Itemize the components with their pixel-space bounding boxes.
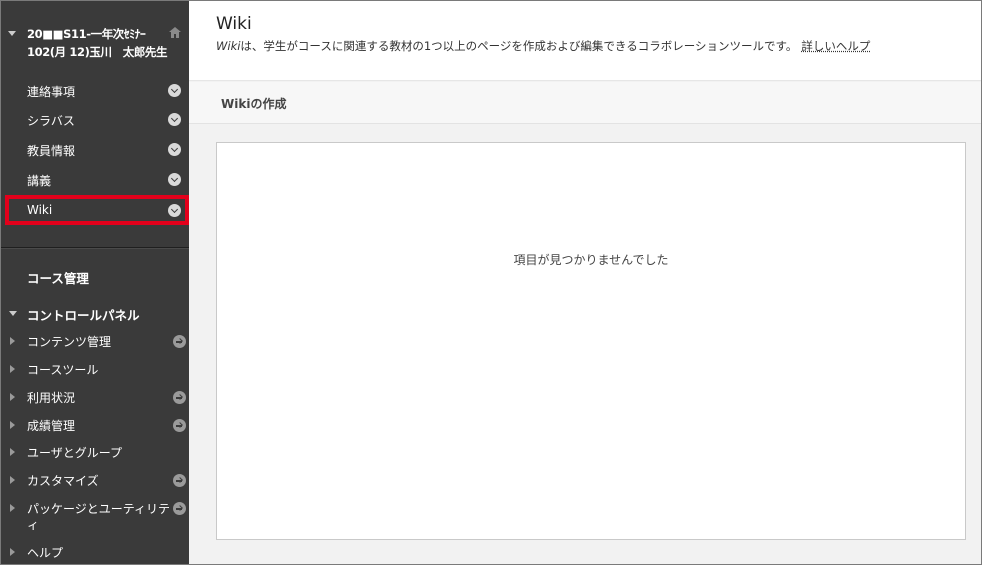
tool-item-grade-center[interactable]: 成績管理	[1, 412, 189, 440]
course-header[interactable]: 20■■S11-一年次ｾﾐﾅｰ102(月 12)玉川 太郎先生	[1, 21, 189, 65]
tool-item-label: ヘルプ	[27, 546, 64, 560]
chevron-down-icon[interactable]	[168, 84, 181, 97]
tool-item-label: カスタマイズ	[27, 474, 99, 488]
tool-item-usage[interactable]: 利用状況	[1, 384, 189, 412]
wiki-list-container: 項目が見つかりませんでした	[216, 142, 966, 540]
course-title[interactable]: 20■■S11-一年次ｾﾐﾅｰ102(月 12)玉川 太郎先生	[27, 25, 173, 61]
tool-item-label: ユーザとグループ	[27, 446, 123, 460]
arrow-right-icon[interactable]	[173, 502, 186, 515]
action-bar: Wikiの作成	[189, 82, 981, 124]
chevron-down-icon[interactable]	[168, 173, 181, 186]
page-description: Wikiは、学生がコースに関連する教材の1つ以上のページを作成および編集できるコ…	[216, 38, 870, 54]
highlight-box	[5, 195, 189, 225]
collapse-triangle-icon[interactable]	[8, 31, 16, 36]
tool-item-customize[interactable]: カスタマイズ	[1, 467, 189, 495]
window-frame: 20■■S11-一年次ｾﾐﾅｰ102(月 12)玉川 太郎先生 連絡事項 シラバ…	[0, 0, 982, 565]
expand-triangle-icon[interactable]	[10, 337, 15, 345]
home-icon[interactable]	[169, 27, 181, 38]
tool-item-label: コンテンツ管理	[27, 335, 112, 349]
arrow-right-icon[interactable]	[173, 474, 186, 487]
menu-item-label: 講義	[27, 174, 52, 188]
empty-message: 項目が見つかりませんでした	[513, 253, 669, 267]
tool-item-label: コースツール	[27, 363, 99, 377]
menu-item-lectures[interactable]: 講義	[1, 164, 189, 194]
menu-item-label: 教員情報	[27, 144, 76, 158]
tool-item-course-tools[interactable]: コースツール	[1, 356, 189, 384]
menu-item-announcements[interactable]: 連絡事項	[1, 75, 189, 105]
chevron-down-icon[interactable]	[168, 143, 181, 156]
expand-triangle-icon[interactable]	[10, 504, 15, 512]
description-italic: Wiki	[216, 39, 241, 53]
description-text: は、学生がコースに関連する教材の1つ以上のページを作成および編集できるコラボレー…	[240, 39, 798, 53]
tool-item-packages-utilities[interactable]: パッケージとユーティリティ	[1, 495, 189, 535]
create-wiki-button[interactable]: Wikiの作成	[221, 95, 286, 112]
course-management-heading: コース管理	[27, 271, 89, 286]
sidebar-divider	[1, 248, 189, 249]
tool-item-label: パッケージとユーティリティ	[27, 502, 171, 532]
main-content: Wiki Wikiは、学生がコースに関連する教材の1つ以上のページを作成および編…	[189, 1, 981, 564]
arrow-right-icon[interactable]	[173, 419, 186, 432]
tool-item-help[interactable]: ヘルプ	[1, 539, 189, 564]
menu-item-instructor-info[interactable]: 教員情報	[1, 134, 189, 164]
menu-item-label: シラバス	[27, 114, 75, 128]
chevron-down-icon[interactable]	[168, 113, 181, 126]
tool-item-content-management[interactable]: コンテンツ管理	[1, 328, 189, 356]
course-sidebar: 20■■S11-一年次ｾﾐﾅｰ102(月 12)玉川 太郎先生 連絡事項 シラバ…	[1, 1, 189, 564]
more-help-link[interactable]: 詳しいヘルプ	[801, 39, 870, 53]
expand-triangle-icon[interactable]	[10, 476, 15, 484]
collapse-triangle-icon[interactable]	[9, 311, 17, 316]
control-panel-heading[interactable]: コントロールパネル	[27, 305, 140, 324]
tool-item-label: 利用状況	[27, 391, 76, 405]
arrow-right-icon[interactable]	[173, 391, 186, 404]
tool-item-users-groups[interactable]: ユーザとグループ	[1, 439, 189, 467]
expand-triangle-icon[interactable]	[10, 421, 15, 429]
expand-triangle-icon[interactable]	[10, 448, 15, 456]
page-title: Wiki	[216, 14, 252, 34]
expand-triangle-icon[interactable]	[10, 365, 15, 373]
expand-triangle-icon[interactable]	[10, 548, 15, 556]
menu-item-label: 連絡事項	[27, 85, 76, 99]
menu-item-syllabus[interactable]: シラバス	[1, 104, 189, 134]
tool-item-label: 成績管理	[27, 419, 76, 433]
expand-triangle-icon[interactable]	[10, 393, 15, 401]
arrow-right-icon[interactable]	[173, 335, 186, 348]
page-header: Wiki Wikiは、学生がコースに関連する教材の1つ以上のページを作成および編…	[189, 1, 981, 81]
